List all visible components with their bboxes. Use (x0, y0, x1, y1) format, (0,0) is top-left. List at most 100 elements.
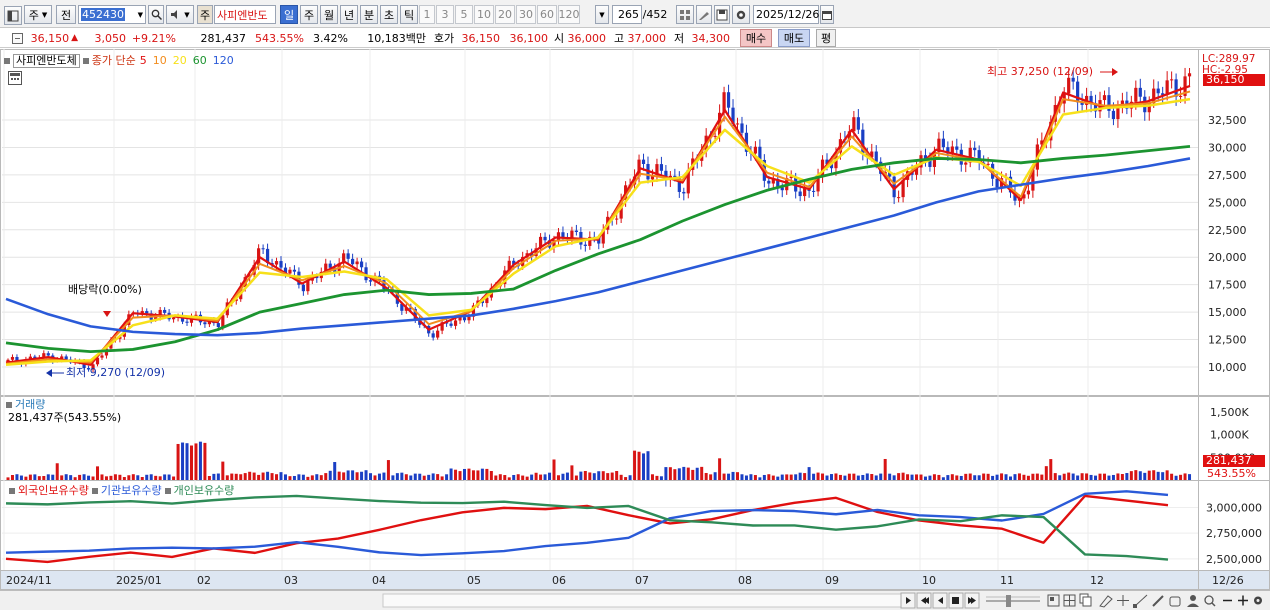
interval-tab[interactable]: 1 (419, 5, 435, 24)
period-tab[interactable]: 초 (380, 5, 398, 24)
volume-bar (579, 471, 583, 480)
volume-bar (1143, 472, 1147, 480)
stock-type-badge: 주 (197, 5, 213, 24)
save-icon[interactable] (714, 5, 730, 24)
volume-bar (69, 475, 73, 480)
interval-tab[interactable]: 3 (436, 5, 454, 24)
play-reverse-icon[interactable] (932, 592, 948, 609)
buy-button[interactable]: 매수 (740, 29, 772, 47)
volume-bar (825, 475, 829, 480)
settings-gear-icon[interactable] (732, 5, 750, 24)
period-tab[interactable]: 주 (300, 5, 318, 24)
candle-body (216, 323, 220, 328)
volume-bar (597, 471, 601, 480)
interval-dropdown[interactable]: ▼ (595, 5, 609, 24)
stock-name-field[interactable]: 사피엔반도 (214, 5, 276, 24)
period-tab[interactable]: 월 (320, 5, 338, 24)
interval-tab[interactable]: 30 (516, 5, 536, 24)
volume-bar (24, 476, 28, 480)
period-tab[interactable]: 일 (280, 5, 298, 24)
x-axis-tick-label: 06 (552, 574, 566, 587)
avg-button[interactable]: 평 (816, 29, 836, 47)
rewind-icon[interactable] (916, 592, 932, 609)
layout-icon[interactable] (1047, 594, 1060, 607)
pane-menu-icon[interactable] (4, 58, 10, 64)
volume-bar (471, 470, 475, 480)
stock-code-input[interactable]: 452430 ▼ (78, 5, 146, 24)
calculator-icon[interactable] (8, 71, 22, 85)
hand-icon[interactable] (1169, 596, 1181, 607)
tool-icon[interactable] (1099, 595, 1113, 608)
period-tab[interactable]: 분 (360, 5, 378, 24)
zoom-out-icon[interactable] (1204, 595, 1216, 607)
chart-area[interactable]: 32,500 30,000 27,500 25,000 22,500 20,000 17,5… (0, 49, 1270, 590)
sell-button[interactable]: 매도 (778, 29, 810, 47)
interval-tab[interactable]: 20 (495, 5, 515, 24)
pane-menu-icon[interactable] (6, 402, 12, 408)
pencil-icon[interactable] (1152, 595, 1164, 607)
market-label: 주 (28, 8, 39, 22)
volume-bar (436, 474, 440, 480)
max-price-note: 최고 37,250 (12/09) (987, 65, 1094, 78)
candle-body (453, 320, 458, 326)
candle-body (436, 330, 440, 338)
ma-period-label: 10 (152, 54, 167, 67)
interval-tab[interactable]: 120 (558, 5, 580, 24)
search-icon[interactable] (148, 5, 164, 24)
volume-bar (682, 466, 686, 480)
copy-icon[interactable] (1079, 593, 1092, 607)
volume-value: 281,437 (200, 31, 247, 45)
volume-bar (1080, 473, 1084, 480)
volume-bar (1058, 475, 1062, 480)
candle-body (346, 253, 350, 259)
draw-tool-icon[interactable] (696, 5, 712, 24)
volume-bar (46, 474, 50, 480)
user-icon[interactable] (1187, 595, 1199, 607)
pane-menu-icon[interactable] (164, 488, 171, 494)
volume-bar (1107, 475, 1111, 480)
draw-line-icon[interactable] (1133, 594, 1148, 608)
pane-menu-icon[interactable] (9, 488, 15, 494)
volume-bar (413, 473, 417, 480)
play-icon[interactable] (900, 592, 916, 609)
candle-body (543, 236, 547, 241)
interval-tab[interactable]: 10 (474, 5, 494, 24)
crosshair-icon[interactable] (1117, 595, 1129, 606)
pane-menu-icon[interactable] (82, 58, 89, 64)
fast-forward-icon[interactable] (964, 592, 980, 609)
grid-layout-icon[interactable] (1063, 594, 1076, 607)
prev-button[interactable]: 전 (56, 5, 76, 24)
volume-bar (892, 475, 896, 480)
sound-icon[interactable]: ▼ (166, 5, 194, 24)
stop-icon[interactable] (948, 592, 964, 609)
candle-body (964, 162, 968, 165)
zoom-slider[interactable] (986, 595, 1040, 607)
chart-canvas[interactable]: 32,500 30,000 27,500 25,000 22,500 20,000 17,5… (0, 49, 1270, 590)
candle-body (1187, 73, 1192, 77)
chevron-down-icon[interactable]: ▼ (138, 11, 143, 19)
market-select[interactable]: 주 ▼ (24, 5, 52, 24)
period-tab[interactable]: 틱 (400, 5, 418, 24)
interval-tab[interactable]: 60 (537, 5, 557, 24)
pane-menu-icon[interactable] (91, 488, 98, 494)
holdings-axis-tick-label: 3,000,000 (1206, 501, 1262, 514)
calendar-icon[interactable] (820, 5, 834, 24)
settings-gear-icon[interactable] (1254, 596, 1262, 605)
ma-period-list: 5 10 20 60 120 (140, 55, 240, 67)
volume-bar (548, 472, 552, 480)
interval-tab[interactable]: 5 (455, 5, 473, 24)
volume-last-pct: 543.55% (1207, 467, 1256, 480)
date-input[interactable]: 2025/12/26 (753, 5, 819, 24)
plus-icon[interactable] (1238, 595, 1248, 606)
candle-body (1026, 190, 1031, 195)
candle-body (735, 123, 740, 125)
period-tab[interactable]: 년 (340, 5, 358, 24)
volume-bar (104, 476, 108, 480)
volume-bar (1156, 471, 1160, 480)
candle-body (279, 261, 283, 268)
window-menu-icon[interactable] (4, 6, 22, 25)
grid-icon[interactable] (676, 5, 694, 24)
volume-pane-legend: 거래량 (6, 399, 45, 411)
bar-count-input[interactable]: 265 (612, 5, 642, 24)
scroll-track[interactable] (382, 593, 904, 608)
